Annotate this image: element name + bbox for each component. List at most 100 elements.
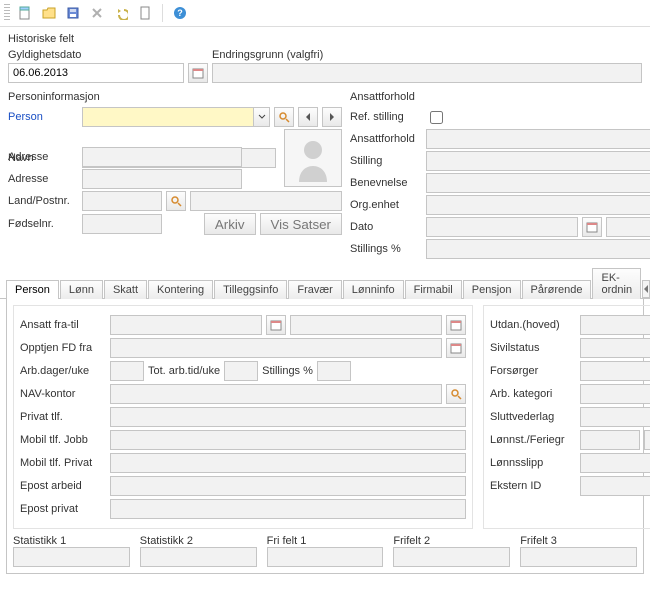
mobiljobb-input[interactable] <box>110 430 466 450</box>
search-icon <box>170 195 182 207</box>
person-next-button[interactable] <box>322 107 342 127</box>
frifelt1-label: Fri felt 1 <box>267 535 384 547</box>
person-label-link[interactable]: Person <box>8 111 78 123</box>
sluttved-input[interactable] <box>580 407 650 427</box>
land-input[interactable] <box>82 191 162 211</box>
calendar-icon <box>586 221 598 233</box>
benevnelse-label: Benevnelse <box>350 177 422 189</box>
person-prev-button[interactable] <box>298 107 318 127</box>
forsorger-label: Forsørger <box>490 365 576 377</box>
lonnst-label: Lønnst./Feriegr <box>490 434 576 446</box>
tab-lonn[interactable]: Lønn <box>60 280 103 299</box>
totarbtid-label: Tot. arb.tid/uke <box>148 365 220 377</box>
validity-date-label: Gyldighetsdato <box>8 49 208 61</box>
frifelt2-input[interactable] <box>393 547 510 567</box>
navkontor-search[interactable] <box>446 384 466 404</box>
tab-kontering[interactable]: Kontering <box>148 280 213 299</box>
tab-scroll-left[interactable] <box>642 280 650 298</box>
tab-firmabil[interactable]: Firmabil <box>405 280 462 299</box>
triangle-left-icon <box>304 112 312 122</box>
fodselnr-input[interactable] <box>82 214 162 234</box>
help-button[interactable]: ? <box>169 2 191 24</box>
vis-satser-button[interactable]: Vis Satser <box>260 213 343 235</box>
privattlf-input[interactable] <box>110 407 466 427</box>
dato-to-input[interactable] <box>606 217 650 237</box>
forsorger-input[interactable] <box>580 361 650 381</box>
stillingspct2-label: Stillings % <box>262 365 313 377</box>
frifelt1-input[interactable] <box>267 547 384 567</box>
dato-from-input[interactable] <box>426 217 578 237</box>
tab-tilleggsinfo[interactable]: Tilleggsinfo <box>214 280 287 299</box>
person-combo-input[interactable] <box>82 107 254 127</box>
eksternid-input[interactable] <box>580 476 650 496</box>
new-document-button[interactable] <box>14 2 36 24</box>
ansatt-fra-picker[interactable] <box>266 315 286 335</box>
stat2-input[interactable] <box>140 547 257 567</box>
privattlf-label: Privat tlf. <box>20 411 106 423</box>
undo-button[interactable] <box>110 2 132 24</box>
dato-from-picker[interactable] <box>582 217 602 237</box>
person-silhouette-icon <box>293 134 333 182</box>
tab-skatt[interactable]: Skatt <box>104 280 147 299</box>
navkontor-input[interactable] <box>110 384 442 404</box>
lonnsslipp-input[interactable] <box>580 453 650 473</box>
person-combo-dropdown[interactable] <box>254 107 270 127</box>
epostpriv-input[interactable] <box>110 499 466 519</box>
tab-ekordning[interactable]: EK-ordnin <box>592 268 641 299</box>
opptjen-picker[interactable] <box>446 338 466 358</box>
land-search-button[interactable] <box>166 191 186 211</box>
stilling-input[interactable] <box>426 151 650 171</box>
change-reason-input[interactable] <box>212 63 642 83</box>
adresse1-input[interactable] <box>82 147 242 167</box>
main-toolbar: ? <box>0 0 650 27</box>
mobilpriv-label: Mobil tlf. Privat <box>20 457 106 469</box>
sivil-input[interactable] <box>580 338 650 358</box>
toolbar-separator <box>162 4 163 22</box>
ansatt-til-picker[interactable] <box>446 315 466 335</box>
person-search-button[interactable] <box>274 107 294 127</box>
opptjen-input[interactable] <box>110 338 442 358</box>
open-folder-button[interactable] <box>38 2 60 24</box>
benevnelse-input[interactable] <box>426 173 650 193</box>
ansatt-fratil-label: Ansatt fra-til <box>20 319 106 331</box>
frifelt3-label: Frifelt 3 <box>520 535 637 547</box>
calendar-icon <box>450 342 462 354</box>
frifelt3-input[interactable] <box>520 547 637 567</box>
eksternid-label: Ekstern ID <box>490 480 576 492</box>
arbkat-input[interactable] <box>580 384 650 404</box>
utdan-input[interactable] <box>580 315 650 335</box>
change-reason-label: Endringsgrunn (valgfri) <box>212 49 323 61</box>
sluttved-label: Sluttvederlag <box>490 411 576 423</box>
stillingspct2-input[interactable] <box>317 361 351 381</box>
adresse2-input[interactable] <box>82 169 242 189</box>
mobilpriv-input[interactable] <box>110 453 466 473</box>
lonnst-input2[interactable] <box>644 430 650 450</box>
ansattforhold-input[interactable] <box>426 129 650 149</box>
tab-parorende[interactable]: Pårørende <box>522 280 592 299</box>
stillingspct-input[interactable] <box>426 239 650 259</box>
ansatt-fra-input[interactable] <box>110 315 262 335</box>
epostarb-input[interactable] <box>110 476 466 496</box>
save-button[interactable] <box>62 2 84 24</box>
arkiv-button[interactable]: Arkiv <box>204 213 256 235</box>
postnr-input[interactable] <box>190 191 342 211</box>
ansatt-til-input[interactable] <box>290 315 442 335</box>
stilling-label: Stilling <box>350 155 422 167</box>
tab-person[interactable]: Person <box>6 280 59 299</box>
validity-date-input[interactable] <box>8 63 184 83</box>
validity-date-picker[interactable] <box>188 63 208 83</box>
stat1-input[interactable] <box>13 547 130 567</box>
blank-document-button[interactable] <box>134 2 156 24</box>
orgenhet-combo[interactable] <box>426 195 650 215</box>
tab-lonninfo[interactable]: Lønninfo <box>343 280 404 299</box>
delete-button[interactable] <box>86 2 108 24</box>
svg-text:?: ? <box>177 8 183 18</box>
totarbtid-input[interactable] <box>224 361 258 381</box>
arbdager-input[interactable] <box>110 361 144 381</box>
refstilling-checkbox[interactable] <box>430 111 443 124</box>
tab-fravaer[interactable]: Fravær <box>288 280 341 299</box>
navkontor-label: NAV-kontor <box>20 388 106 400</box>
person-photo[interactable] <box>284 129 342 187</box>
tab-pensjon[interactable]: Pensjon <box>463 280 521 299</box>
lonnst-input1[interactable] <box>580 430 640 450</box>
